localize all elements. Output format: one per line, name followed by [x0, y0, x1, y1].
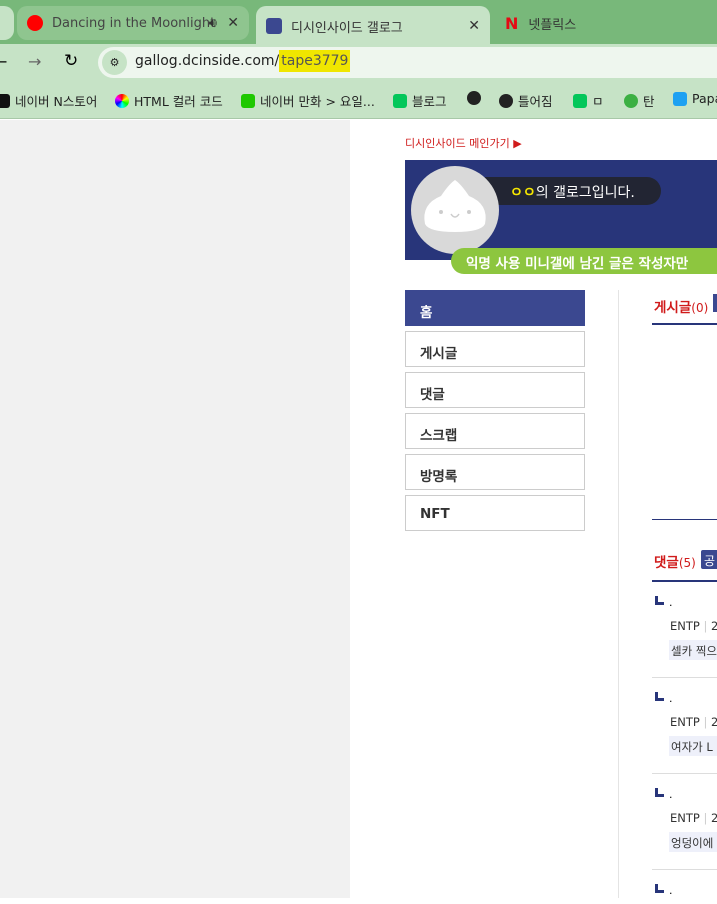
- tab-strip: ▾ Dancing in the Moonlight 🔊︎ ✕ 디시인사이드 갤…: [0, 0, 717, 46]
- blog-icon: [393, 93, 407, 108]
- title-suffix: 의 갤로그입니다.: [535, 185, 635, 201]
- avatar: [411, 166, 499, 254]
- tab-dropdown[interactable]: ▾: [0, 6, 14, 40]
- papago-icon: [673, 91, 687, 106]
- posts-tag[interactable]: [713, 294, 717, 312]
- bookmark[interactable]: 탄: [624, 91, 655, 110]
- comment-author: ENTP: [670, 715, 700, 729]
- reply-corner-icon: [655, 692, 664, 701]
- section-underline: [652, 323, 717, 325]
- section-underline: [652, 580, 717, 582]
- section-bottom-line: [652, 519, 717, 520]
- bookmark-label: 틀어짐: [518, 94, 553, 109]
- url-highlight: tape3779: [279, 50, 351, 72]
- menu-home[interactable]: 홈: [405, 290, 585, 326]
- comment-item[interactable]: . ENTP | 20 셀카 찍으: [652, 596, 717, 678]
- reply-corner-icon: [655, 788, 664, 797]
- tab-title: 디시인사이드 갤로그: [291, 20, 403, 36]
- site-settings-icon[interactable]: ⚙: [102, 50, 127, 75]
- count: (5): [678, 556, 696, 570]
- menu-comments[interactable]: 댓글: [405, 372, 585, 408]
- dcinside-main-link[interactable]: 디시인사이드 메인가기 ▶: [405, 135, 522, 151]
- bookmark[interactable]: 틀어짐: [499, 91, 553, 110]
- comment-author: ENTP: [670, 811, 700, 825]
- bookmark-label: 블로그: [412, 94, 447, 109]
- bookmark-label: 네이버 N스토어: [15, 94, 98, 109]
- comment-title[interactable]: .: [669, 692, 673, 705]
- triangle-right-icon: ▶: [513, 137, 522, 150]
- back-icon[interactable]: ←: [0, 52, 7, 71]
- comment-date: 20: [711, 715, 717, 729]
- section-title: 댓글: [654, 555, 679, 571]
- color-wheel-icon: [115, 93, 129, 108]
- bookmark[interactable]: 블로그: [393, 91, 447, 110]
- apple-icon: [624, 93, 638, 108]
- tab-gallog[interactable]: 디시인사이드 갤로그 ✕: [256, 6, 490, 46]
- comments-section-header[interactable]: 댓글(5): [654, 551, 696, 571]
- bookmark-label: Papa: [692, 91, 717, 106]
- comment-item[interactable]: . ENTP | 20 엉덩이에: [652, 788, 717, 870]
- speaker-icon[interactable]: 🔊︎: [209, 16, 217, 31]
- bookmark[interactable]: 네이버 N스토어: [0, 91, 97, 110]
- globe-icon: [499, 93, 513, 108]
- menu-posts[interactable]: 게시글: [405, 331, 585, 367]
- section-title: 게시글: [654, 300, 692, 316]
- comment-title[interactable]: .: [669, 788, 673, 801]
- comment-text[interactable]: 여자가 L: [669, 736, 717, 756]
- url-text: gallog.dcinside.com/: [135, 53, 280, 69]
- bookmark[interactable]: 네이버 만화 > 요일...: [241, 91, 375, 110]
- naver-webtoon-icon: [241, 93, 255, 108]
- bookmark-label: HTML 컬러 코드: [134, 94, 223, 109]
- netflix-icon: N: [505, 13, 519, 33]
- reply-corner-icon: [655, 596, 664, 605]
- comment-text[interactable]: 셀카 찍으: [669, 640, 717, 660]
- bookmark[interactable]: ㅁ: [573, 91, 604, 110]
- bookmarks-bar: 네이버 N스토어 HTML 컬러 코드 네이버 만화 > 요일... 블로그 틀…: [0, 82, 717, 119]
- notice-banner: 익명 사용 미니갤에 남긴 글은 작성자만: [451, 248, 717, 274]
- bookmark[interactable]: Papa: [673, 91, 717, 106]
- comment-item[interactable]: . ENTP | 20 여자가 L: [652, 692, 717, 774]
- naver-icon: [0, 93, 10, 108]
- youtube-music-icon: [27, 15, 43, 31]
- menu-nft[interactable]: NFT: [405, 495, 585, 531]
- comment-author: ENTP: [670, 619, 700, 633]
- gallog-title: ㅇㅇ의 갤로그입니다.: [485, 177, 661, 205]
- notice-text: 익명 사용 미니갤에 남긴 글은 작성자만: [466, 256, 689, 272]
- close-icon[interactable]: ✕: [227, 15, 239, 31]
- reply-corner-icon: [655, 884, 664, 893]
- forward-icon[interactable]: →: [28, 52, 41, 71]
- comment-title[interactable]: .: [669, 596, 673, 609]
- dumpling-icon: [424, 180, 486, 232]
- comment-date: 20: [711, 619, 717, 633]
- tab-title: Dancing in the Moonlight: [52, 15, 216, 31]
- posts-section-header[interactable]: 게시글(0): [654, 296, 708, 316]
- address-bar[interactable]: ⚙ gallog.dcinside.com/tape3779: [98, 47, 717, 78]
- comment-text[interactable]: 엉덩이에: [669, 832, 717, 852]
- page-margin: [0, 120, 350, 898]
- count: (0): [691, 301, 709, 315]
- tab-youtube[interactable]: Dancing in the Moonlight 🔊︎ ✕: [17, 6, 249, 40]
- comment-date: 20: [711, 811, 717, 825]
- menu-scrap[interactable]: 스크랩: [405, 413, 585, 449]
- bookmark-label: ㅁ: [592, 94, 604, 109]
- bookmark[interactable]: HTML 컬러 코드: [115, 91, 223, 110]
- owner-nickname[interactable]: ㅇㅇ: [510, 185, 536, 201]
- comment-item[interactable]: .: [652, 884, 717, 904]
- menu-guestbook[interactable]: 방명록: [405, 454, 585, 490]
- globe-icon: [467, 91, 481, 105]
- content-divider: [618, 290, 619, 898]
- tab-title: 넷플릭스: [528, 17, 577, 33]
- comment-title[interactable]: .: [669, 884, 673, 897]
- bookmark-label: 네이버 만화 > 요일...: [260, 94, 375, 109]
- blog-icon: [573, 93, 587, 108]
- bookmark[interactable]: [467, 91, 481, 105]
- bookmark-label: 탄: [643, 94, 655, 109]
- close-icon[interactable]: ✕: [468, 18, 480, 34]
- comments-tag[interactable]: 공: [701, 550, 717, 569]
- dcinside-icon: [266, 18, 282, 34]
- tab-netflix[interactable]: N 넷플릭스: [495, 6, 717, 40]
- reload-icon[interactable]: ↻: [64, 51, 78, 71]
